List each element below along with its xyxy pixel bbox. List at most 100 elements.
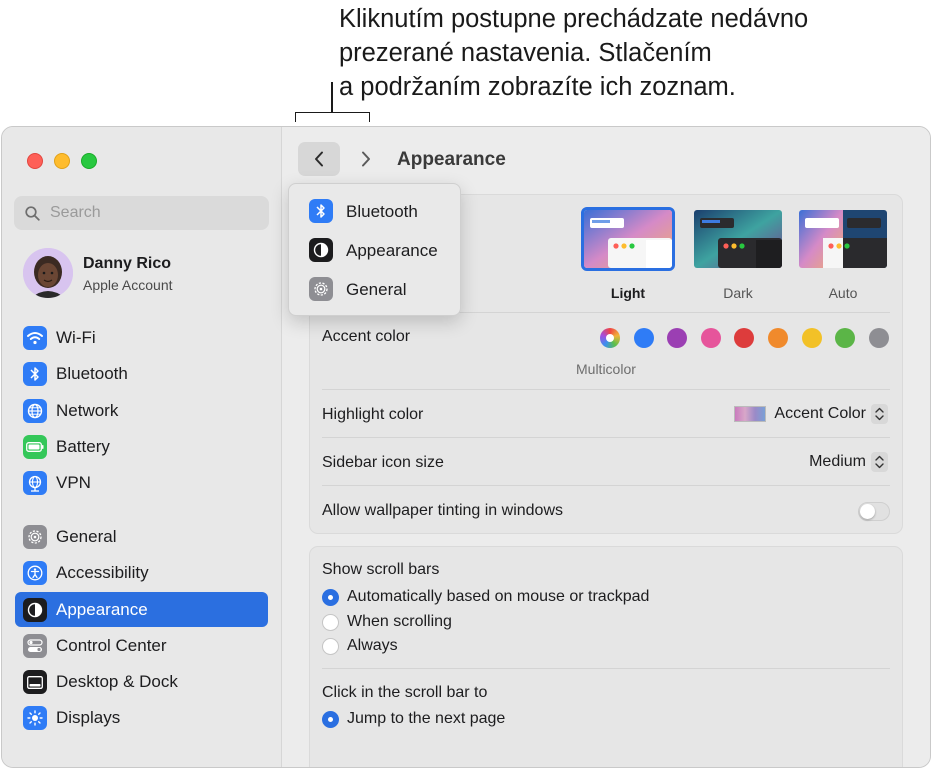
theme-auto[interactable]: Auto — [796, 207, 890, 301]
accent-swatch-purple[interactable] — [667, 328, 687, 348]
sidebar-item-accessibility[interactable]: Accessibility — [15, 555, 268, 590]
callout-line-2: prezerané nastavenia. Stlačením — [339, 39, 712, 67]
scroll-bars-panel: Show scroll bars Automatically based on … — [309, 546, 903, 767]
battery-icon — [23, 435, 47, 459]
divider — [322, 485, 890, 486]
bluetooth-icon — [23, 362, 47, 386]
sidebar-item-displays[interactable]: Displays — [15, 700, 268, 735]
sidebar-item-bluetooth[interactable]: Bluetooth — [15, 356, 268, 391]
toggle-knob — [860, 504, 875, 519]
wifi-icon — [23, 326, 47, 350]
avatar — [23, 248, 73, 298]
accent-swatch-graphite[interactable] — [869, 328, 889, 348]
history-menu-item-bluetooth[interactable]: Bluetooth — [289, 194, 460, 228]
search-field[interactable] — [14, 196, 269, 230]
sidebar-item-label: Displays — [56, 708, 121, 727]
radio-automatic[interactable]: Automatically based on mouse or trackpad — [322, 587, 649, 607]
radio-when-scrolling[interactable]: When scrolling — [322, 612, 452, 632]
popup-stepper-icon — [871, 452, 888, 472]
sidebar-item-desktop-dock[interactable]: Desktop & Dock — [15, 664, 268, 699]
appearance-icon — [309, 238, 333, 262]
radio-label: Always — [347, 637, 398, 654]
back-button[interactable] — [298, 142, 340, 176]
sidebar-item-label: General — [56, 527, 117, 546]
callout-line-3: a podržaním zobrazíte ich zoznam. — [339, 73, 736, 101]
accent-swatch-green[interactable] — [835, 328, 855, 348]
callout-line-1: Kliknutím postupne prechádzate nedávno — [339, 5, 809, 33]
sidebar-item-network[interactable]: Network — [15, 393, 268, 428]
radio-button[interactable] — [322, 613, 339, 631]
search-input[interactable] — [48, 203, 262, 223]
callout-bracket — [295, 112, 370, 122]
accent-swatch-pink[interactable] — [701, 328, 721, 348]
chevron-left-icon — [315, 151, 323, 167]
bluetooth-icon — [309, 199, 333, 223]
radio-label: Jump to the next page — [347, 710, 506, 727]
history-menu: Bluetooth Appearance General — [288, 183, 461, 316]
radio-button-selected[interactable] — [322, 710, 339, 728]
sidebar-item-appearance[interactable]: Appearance — [15, 592, 268, 627]
sidebar-icon-size-value: Medium — [809, 453, 866, 470]
chevron-right-icon — [362, 151, 370, 167]
theme-label: Light — [610, 285, 646, 301]
highlight-color-value: Accent Color — [774, 405, 866, 422]
accent-swatch-red[interactable] — [734, 328, 754, 348]
minimize-window-button[interactable] — [54, 153, 70, 169]
wallpaper-tinting-toggle[interactable] — [858, 502, 890, 521]
theme-light-thumbnail — [581, 207, 675, 271]
page-title: Appearance — [397, 149, 506, 170]
sidebar-item-label: Appearance — [56, 600, 148, 619]
menu-item-label: Appearance — [346, 241, 438, 260]
zoom-window-button[interactable] — [81, 153, 97, 169]
gear-icon — [23, 525, 47, 549]
sidebar-icon-size-popup[interactable]: Medium — [809, 452, 888, 472]
sidebar-item-vpn[interactable]: VPN — [15, 465, 268, 500]
wallpaper-tinting-label: Allow wallpaper tinting in windows — [322, 502, 564, 519]
sidebar-item-battery[interactable]: Battery — [15, 429, 268, 464]
brightness-icon — [23, 706, 47, 730]
accent-swatch-orange[interactable] — [768, 328, 788, 348]
close-window-button[interactable] — [27, 153, 43, 169]
accent-swatch-blue[interactable] — [634, 328, 654, 348]
sidebar-item-general[interactable]: General — [15, 519, 268, 554]
sidebar-item-label: Bluetooth — [56, 364, 128, 383]
forward-button[interactable] — [352, 142, 380, 176]
user-name: Danny Rico — [83, 255, 172, 272]
theme-auto-thumbnail — [796, 207, 890, 271]
click-scroll-bar-label: Click in the scroll bar to — [322, 684, 488, 701]
sidebar-item-label: VPN — [56, 473, 91, 492]
accent-swatch-yellow[interactable] — [802, 328, 822, 348]
history-menu-item-appearance[interactable]: Appearance — [289, 233, 460, 267]
dock-icon — [23, 670, 47, 694]
sidebar-item-label: Accessibility — [56, 563, 149, 582]
account-row[interactable]: Danny Rico Apple Account — [23, 248, 273, 300]
radio-always[interactable]: Always — [322, 636, 398, 656]
radio-jump-next-page[interactable]: Jump to the next page — [322, 709, 505, 729]
history-menu-item-general[interactable]: General — [289, 272, 460, 306]
accent-color-label: Accent color — [322, 328, 411, 345]
gear-icon — [309, 277, 333, 301]
theme-light[interactable]: Light — [581, 207, 675, 301]
accent-swatch-multicolor[interactable] — [600, 328, 620, 348]
callout-text: Kliknutím postupne prechádzate nedávno p… — [339, 2, 919, 104]
sidebar-item-label: Control Center — [56, 636, 167, 655]
accent-caption: Multicolor — [576, 361, 636, 377]
theme-dark[interactable]: Dark — [691, 207, 785, 301]
divider — [322, 668, 890, 669]
highlight-color-popup[interactable]: Accent Color — [734, 404, 888, 424]
radio-button[interactable] — [322, 637, 339, 655]
sidebar-item-wifi[interactable]: Wi-Fi — [15, 320, 268, 355]
highlight-color-label: Highlight color — [322, 406, 424, 423]
radio-button-selected[interactable] — [322, 588, 339, 606]
sidebar-icon-size-label: Sidebar icon size — [322, 454, 444, 471]
accessibility-icon — [23, 561, 47, 585]
sidebar-item-control-center[interactable]: Control Center — [15, 628, 268, 663]
appearance-icon — [23, 598, 47, 622]
search-icon — [25, 206, 40, 221]
settings-window: Danny Rico Apple Account Wi-Fi Bluetooth — [1, 126, 931, 768]
vpn-globe-icon — [23, 471, 47, 495]
sidebar-item-label: Network — [56, 401, 119, 420]
popup-stepper-icon — [871, 404, 888, 424]
sidebar-item-label: Wi-Fi — [56, 328, 96, 347]
radio-label: When scrolling — [347, 613, 452, 630]
